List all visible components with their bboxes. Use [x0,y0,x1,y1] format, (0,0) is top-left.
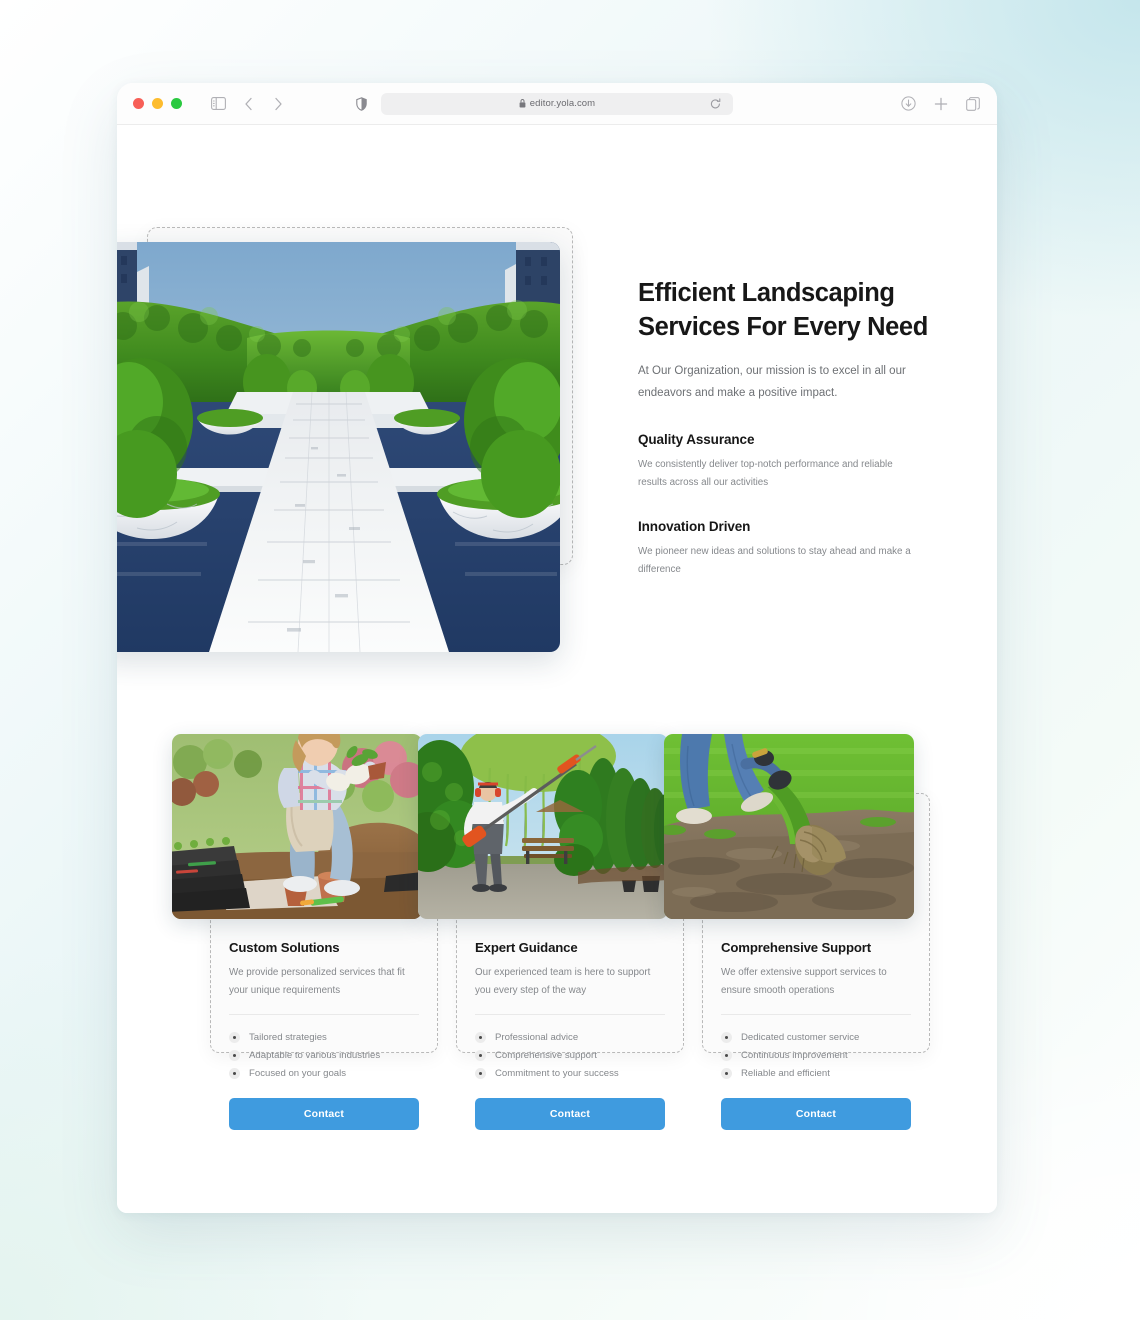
shield-privacy-icon[interactable] [353,95,370,112]
list-item: Dedicated customer service [721,1028,911,1046]
card-description: We offer extensive support services to e… [721,967,887,996]
card-body: Custom Solutions We provide personalized… [210,919,438,1150]
reload-icon[interactable] [707,95,724,112]
card-title: Expert Guidance [475,940,578,955]
card-image-gardener-planting[interactable] [172,734,422,919]
url-label: editor.yola.com [529,98,596,109]
list-item-label: Professional advice [495,1031,579,1043]
list-item: Tailored strategies [229,1028,419,1046]
feature-quality-assurance: Quality Assurance We consistently delive… [638,432,938,492]
list-item: Continuous improvement [721,1046,911,1064]
list-item: Professional advice [475,1028,665,1046]
lock-icon [519,99,526,108]
list-item-label: Continuous improvement [741,1049,848,1061]
bullet-dot-icon [475,1049,486,1061]
hero-text-block: Efficient Landscaping Services For Every… [638,277,938,579]
card-body: Comprehensive Support We offer extensive… [702,919,930,1150]
download-icon[interactable] [900,95,917,112]
list-item: Reliable and efficient [721,1064,911,1082]
list-item: Commitment to your success [475,1064,665,1082]
list-item-label: Dedicated customer service [741,1031,860,1043]
card-divider [229,1014,419,1016]
list-item-label: Comprehensive support [495,1049,597,1061]
forward-chevron-right-icon[interactable] [270,95,287,112]
list-item-label: Reliable and efficient [741,1067,830,1079]
feature-description: We consistently deliver top-notch perfor… [638,458,893,488]
list-item-label: Tailored strategies [249,1031,327,1043]
browser-toolbar-right [900,95,981,112]
tab-overview-icon[interactable] [964,95,981,112]
feature-description: We pioneer new ideas and solutions to st… [638,546,911,576]
hero-image[interactable] [117,242,560,652]
page-title: Efficient Landscaping Services For Every… [638,279,928,341]
list-item: Focused on your goals [229,1064,419,1082]
feature-title: Innovation Driven [638,519,751,535]
back-chevron-left-icon[interactable] [240,95,257,112]
list-item-label: Focused on your goals [249,1067,347,1079]
bullet-dot-icon [721,1067,732,1079]
minimize-window-button[interactable] [152,98,163,109]
bullet-dot-icon [721,1031,732,1043]
list-item: Adaptable to various industries [229,1046,419,1064]
card-body: Expert Guidance Our experienced team is … [456,919,684,1150]
hero-subtitle: At Our Organization, our mission is to e… [638,365,906,399]
sidebar-toggle-icon[interactable] [210,95,227,112]
card-description: We provide personalized services that fi… [229,967,405,996]
card-bullet-list: Dedicated customer service Continuous im… [721,1028,911,1082]
bullet-dot-icon [475,1067,486,1079]
bullet-dot-icon [475,1031,486,1043]
card-bullet-list: Tailored strategies Adaptable to various… [229,1028,419,1082]
card-image-topiary-trimming[interactable] [418,734,668,919]
list-item-label: Adaptable to various industries [249,1049,381,1061]
list-item-label: Commitment to your success [495,1067,619,1079]
close-window-button[interactable] [133,98,144,109]
browser-window: editor.yola.com Efficient Landscaping Se… [117,83,997,1213]
card-title: Comprehensive Support [721,940,871,955]
card-title: Custom Solutions [229,940,340,955]
bullet-dot-icon [229,1067,240,1079]
bullet-dot-icon [721,1049,732,1061]
contact-button[interactable]: Contact [475,1098,665,1131]
url-input[interactable]: editor.yola.com [381,92,733,115]
browser-nav-group [210,95,287,112]
card-divider [721,1014,911,1016]
bullet-dot-icon [229,1031,240,1043]
feature-title: Quality Assurance [638,431,755,447]
editor-canvas: Efficient Landscaping Services For Every… [117,125,997,1213]
maximize-window-button[interactable] [171,98,182,109]
contact-button[interactable]: Contact [229,1098,419,1131]
card-bullet-list: Professional advice Comprehensive suppor… [475,1028,665,1082]
feature-innovation-driven: Innovation Driven We pioneer new ideas a… [638,519,938,579]
card-image-laying-sod[interactable] [664,734,914,919]
card-description: Our experienced team is here to support … [475,967,651,996]
card-divider [475,1014,665,1016]
url-text-group: editor.yola.com [519,98,595,109]
list-item: Comprehensive support [475,1046,665,1064]
bullet-dot-icon [229,1049,240,1061]
plus-icon[interactable] [932,95,949,112]
contact-button[interactable]: Contact [721,1098,911,1131]
window-controls[interactable] [133,98,182,109]
browser-titlebar: editor.yola.com [117,83,997,125]
